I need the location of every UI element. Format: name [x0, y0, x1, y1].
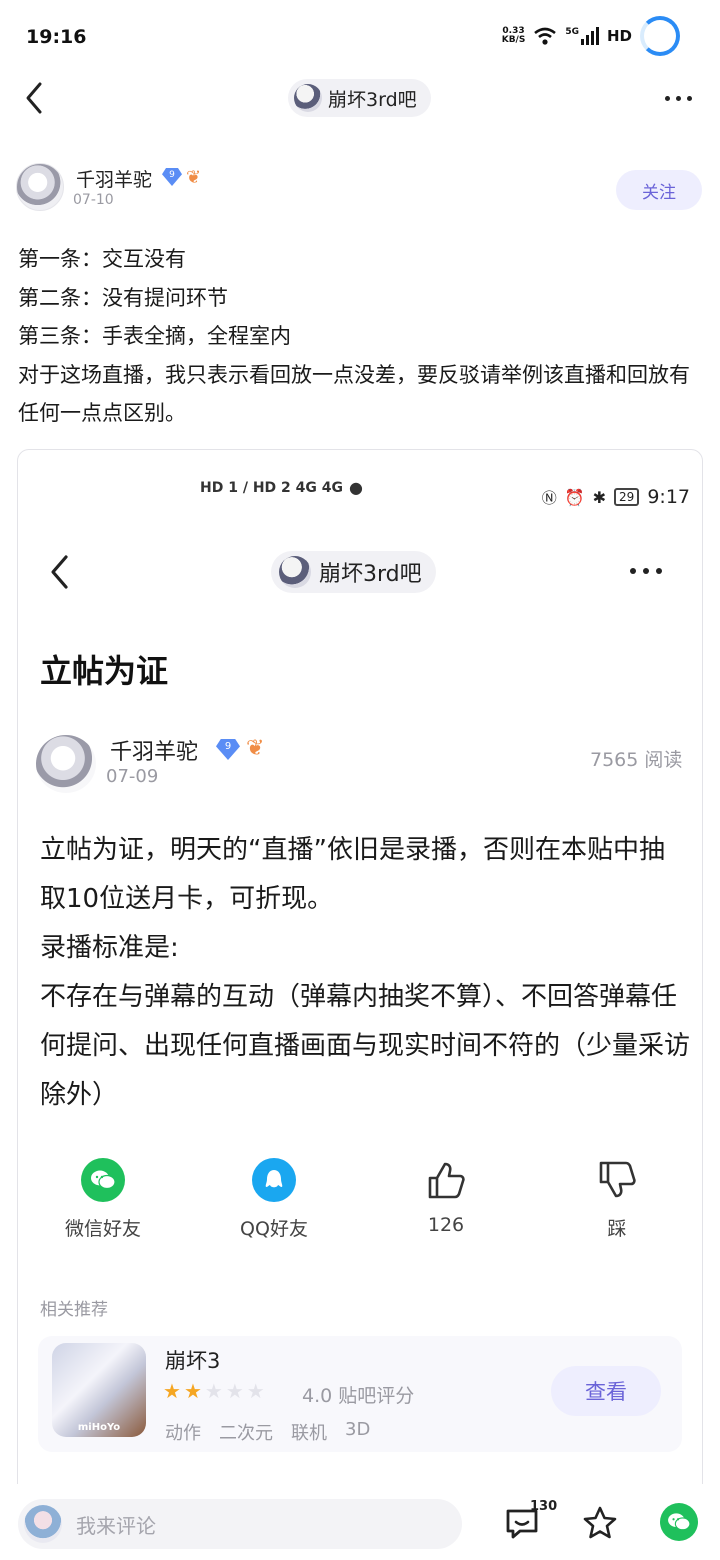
comment-input[interactable]: 我来评论: [18, 1499, 462, 1549]
embedded-forum-avatar: [279, 556, 311, 588]
game-rating-stars: ★ ★ ★ ★ ★: [163, 1379, 265, 1403]
star-icon: ★: [225, 1379, 244, 1403]
game-icon: miHoYo: [52, 1343, 146, 1437]
embedded-battery-icon: 29: [614, 488, 640, 506]
net-speed: 0.33 KB/S: [502, 27, 526, 45]
author-name[interactable]: 千羽羊驼: [76, 165, 152, 192]
game-tag: 3D: [345, 1419, 371, 1440]
embedded-more-icon: [630, 568, 662, 574]
qq-icon: [252, 1158, 296, 1202]
favorite-star-icon[interactable]: [580, 1503, 620, 1543]
comment-count: 130: [530, 1499, 558, 1514]
share-wechat-action: 微信好友: [43, 1158, 163, 1241]
comment-placeholder: 我来评论: [76, 1513, 156, 1538]
wechat-icon: [81, 1158, 125, 1202]
game-icon-text: miHoYo: [77, 1422, 121, 1433]
star-icon: ★: [204, 1379, 223, 1403]
star-icon: ★: [246, 1379, 265, 1403]
game-score: 4.0 贴吧评分: [302, 1385, 415, 1407]
forum-avatar: [294, 84, 322, 112]
embedded-author-avatar: [36, 735, 96, 793]
embedded-forum-pill: 崩坏3rd吧: [271, 551, 436, 593]
member-badge-icon: ❦: [186, 167, 202, 188]
game-name: 崩坏3: [165, 1349, 221, 1373]
follow-button[interactable]: 关注: [616, 170, 702, 210]
post-body: 第一条：交互没有 第二条：没有提问环节 第三条：手表全摘，全程室内 对于这场直播…: [18, 240, 708, 433]
thumbs-down-icon: [599, 1161, 636, 1198]
status-icons: 0.33 KB/S 5G HD: [502, 16, 680, 56]
embedded-bluetooth-icon: ✱: [592, 487, 607, 507]
game-tags: 动作 二次元 联机 3D: [165, 1419, 370, 1445]
embedded-read-count: 7565 阅读: [590, 749, 683, 771]
embedded-member-badge-icon: ❦: [246, 736, 265, 761]
post-line: 第三条：手表全摘，全程室内: [18, 324, 291, 348]
like-count: 126: [427, 1214, 465, 1236]
post-line: 对于这场直播，我只表示看回放一点没差，要反驳请举例该直播和回放有任何一点点区别。: [18, 362, 690, 426]
embedded-nfc-icon: Ⓝ: [541, 488, 557, 507]
share-wechat-button[interactable]: [660, 1503, 698, 1541]
wechat-share-icon: [668, 1513, 691, 1531]
author-avatar[interactable]: [16, 163, 64, 211]
embedded-sim-signal: HD 1 / HD 2 4G 4G: [200, 479, 343, 496]
embedded-status-right: Ⓝ ⏰ ✱ 29 9:17: [542, 486, 690, 508]
signal-label: 5G: [565, 27, 579, 37]
related-heading: 相关推荐: [40, 1300, 108, 1320]
share-qq-action: QQ好友: [214, 1158, 334, 1241]
embedded-post-body: 立帖为证，明天的“直播”依旧是录播，否则在本贴中抽取10位送月卡，可折现。 录播…: [40, 826, 690, 1120]
game-tag: 联机: [291, 1423, 327, 1444]
embedded-wechat-icon: ●: [348, 478, 363, 497]
embedded-author-name: 千羽羊驼: [110, 740, 199, 765]
forum-pill[interactable]: 崩坏3rd吧: [288, 79, 431, 117]
status-time: 19:16: [26, 26, 87, 48]
back-arrow-icon[interactable]: [20, 80, 50, 116]
embedded-time: 9:17: [647, 486, 690, 508]
embedded-forum-name: 崩坏3rd吧: [319, 562, 422, 587]
embedded-back-arrow-icon: [51, 555, 68, 589]
game-view-button: 查看: [551, 1366, 661, 1416]
post-date: 07-10: [73, 192, 114, 208]
embedded-post-date: 07-09: [106, 766, 159, 787]
thumbs-up-icon: [428, 1162, 465, 1199]
dislike-label: 踩: [607, 1218, 627, 1240]
game-tag: 动作: [165, 1423, 201, 1444]
share-wechat-label: 微信好友: [64, 1218, 141, 1240]
embedded-body-line: 录播标准是:: [40, 933, 179, 963]
share-qq-label: QQ好友: [240, 1218, 308, 1240]
star-icon: ★: [183, 1379, 202, 1403]
like-action: 126: [386, 1158, 506, 1236]
post-line: 第一条：交互没有: [18, 247, 186, 271]
embedded-status-left: HD 1 / HD 2 4G 4G ●: [200, 478, 363, 497]
net-speed-unit: KB/S: [501, 35, 526, 45]
game-tag: 二次元: [219, 1423, 273, 1444]
my-avatar: [24, 1505, 62, 1543]
wifi-icon: [534, 27, 557, 45]
star-icon: ★: [163, 1379, 181, 1403]
dislike-action: 踩: [557, 1158, 677, 1241]
embedded-body-line: 不存在与弹幕的互动（弹幕内抽奖不算）、不回答弹幕任何提问、出现任何直播画面与现实…: [40, 982, 691, 1110]
cell-signal-icon: 5G: [565, 27, 599, 45]
more-options-icon[interactable]: [665, 96, 692, 101]
embedded-body-line: 立帖为证，明天的“直播”依旧是录播，否则在本贴中抽取10位送月卡，可折现。: [40, 835, 665, 914]
embedded-alarm-icon: ⏰: [564, 487, 585, 507]
level-badge-icon: 9: [162, 168, 182, 186]
embedded-post-title: 立帖为证: [40, 652, 169, 690]
hd-icon: HD: [606, 27, 632, 45]
loading-spinner-icon: [640, 16, 680, 56]
post-line: 第二条：没有提问环节: [18, 285, 228, 310]
forum-name: 崩坏3rd吧: [328, 88, 417, 111]
